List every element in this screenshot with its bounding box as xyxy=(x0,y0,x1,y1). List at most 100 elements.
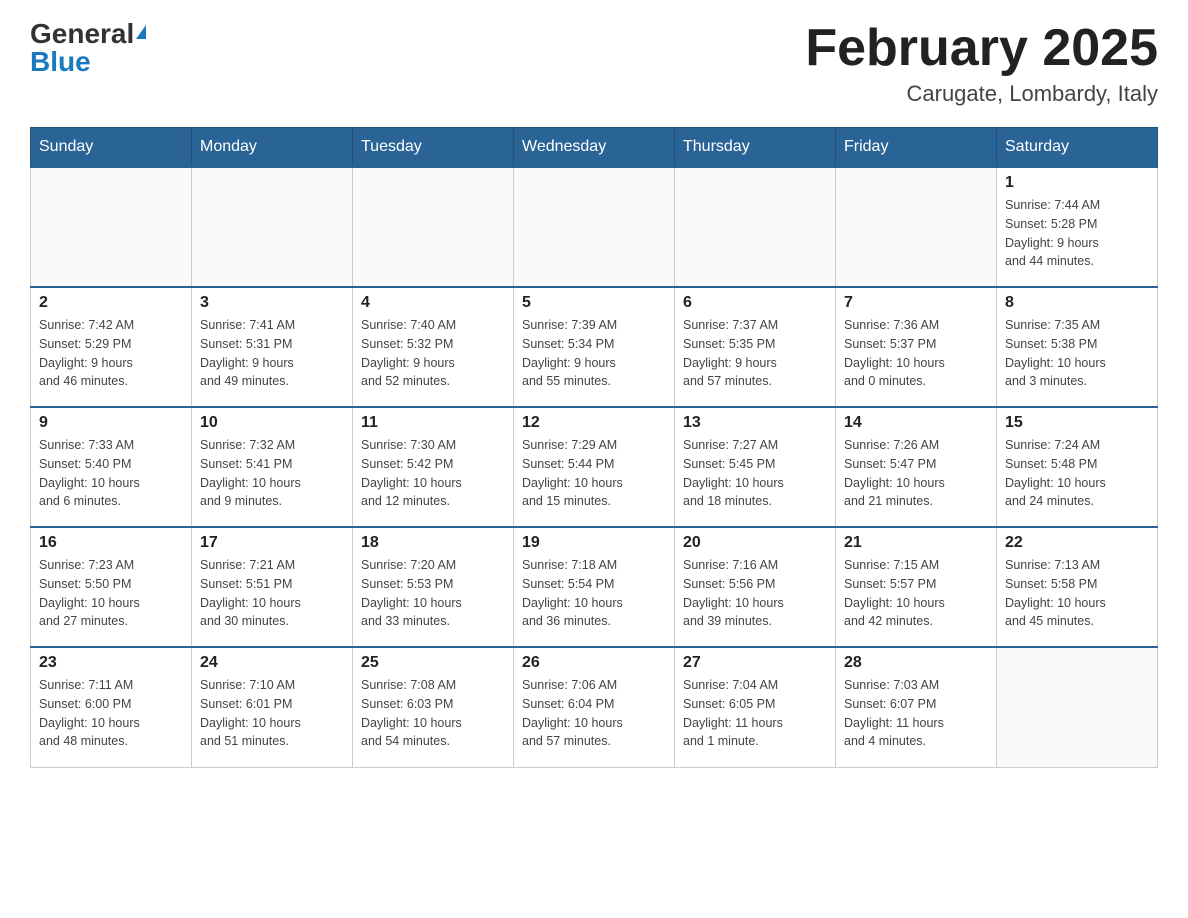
calendar-week-row: 23 Sunrise: 7:11 AM Sunset: 6:00 PM Dayli… xyxy=(31,647,1158,767)
day-number: 28 xyxy=(844,654,988,672)
day-info: Sunrise: 7:29 AM Sunset: 5:44 PM Dayligh… xyxy=(522,436,666,511)
day-info: Sunrise: 7:21 AM Sunset: 5:51 PM Dayligh… xyxy=(200,556,344,631)
day-info: Sunrise: 7:26 AM Sunset: 5:47 PM Dayligh… xyxy=(844,436,988,511)
day-info: Sunrise: 7:03 AM Sunset: 6:07 PM Dayligh… xyxy=(844,676,988,751)
day-info: Sunrise: 7:27 AM Sunset: 5:45 PM Dayligh… xyxy=(683,436,827,511)
table-row xyxy=(31,167,192,287)
table-row xyxy=(353,167,514,287)
table-row: 9 Sunrise: 7:33 AM Sunset: 5:40 PM Daylig… xyxy=(31,407,192,527)
table-row xyxy=(675,167,836,287)
day-info: Sunrise: 7:44 AM Sunset: 5:28 PM Dayligh… xyxy=(1005,196,1149,271)
day-info: Sunrise: 7:39 AM Sunset: 5:34 PM Dayligh… xyxy=(522,316,666,391)
calendar-week-row: 9 Sunrise: 7:33 AM Sunset: 5:40 PM Daylig… xyxy=(31,407,1158,527)
day-number: 4 xyxy=(361,294,505,312)
day-info: Sunrise: 7:11 AM Sunset: 6:00 PM Dayligh… xyxy=(39,676,183,751)
table-row: 19 Sunrise: 7:18 AM Sunset: 5:54 PM Dayli… xyxy=(514,527,675,647)
table-row: 15 Sunrise: 7:24 AM Sunset: 5:48 PM Dayli… xyxy=(997,407,1158,527)
header-saturday: Saturday xyxy=(997,128,1158,168)
day-info: Sunrise: 7:41 AM Sunset: 5:31 PM Dayligh… xyxy=(200,316,344,391)
calendar-week-row: 16 Sunrise: 7:23 AM Sunset: 5:50 PM Dayli… xyxy=(31,527,1158,647)
table-row: 22Sunrise: 7:13 AM Sunset: 5:58 PM Dayli… xyxy=(997,527,1158,647)
page-header: General Blue February 2025 Carugate, Lom… xyxy=(30,20,1158,107)
day-number: 5 xyxy=(522,294,666,312)
day-number: 1 xyxy=(1005,174,1149,192)
table-row: 1 Sunrise: 7:44 AM Sunset: 5:28 PM Daylig… xyxy=(997,167,1158,287)
day-number: 20 xyxy=(683,534,827,552)
logo-general: General xyxy=(30,18,146,49)
header-friday: Friday xyxy=(836,128,997,168)
logo-text: General xyxy=(30,20,146,48)
calendar-table: Sunday Monday Tuesday Wednesday Thursday… xyxy=(30,127,1158,768)
day-number: 8 xyxy=(1005,294,1149,312)
day-number: 21 xyxy=(844,534,988,552)
day-number: 2 xyxy=(39,294,183,312)
day-number: 6 xyxy=(683,294,827,312)
day-number: 7 xyxy=(844,294,988,312)
day-number: 9 xyxy=(39,414,183,432)
table-row: 7 Sunrise: 7:36 AM Sunset: 5:37 PM Daylig… xyxy=(836,287,997,407)
day-number: 16 xyxy=(39,534,183,552)
day-number: 19 xyxy=(522,534,666,552)
day-info: Sunrise: 7:15 AM Sunset: 5:57 PM Dayligh… xyxy=(844,556,988,631)
day-info: Sunrise: 7:33 AM Sunset: 5:40 PM Dayligh… xyxy=(39,436,183,511)
table-row: 13Sunrise: 7:27 AM Sunset: 5:45 PM Dayli… xyxy=(675,407,836,527)
table-row: 24 Sunrise: 7:10 AM Sunset: 6:01 PM Dayli… xyxy=(192,647,353,767)
table-row: 16 Sunrise: 7:23 AM Sunset: 5:50 PM Dayli… xyxy=(31,527,192,647)
table-row: 4 Sunrise: 7:40 AM Sunset: 5:32 PM Daylig… xyxy=(353,287,514,407)
day-info: Sunrise: 7:36 AM Sunset: 5:37 PM Dayligh… xyxy=(844,316,988,391)
table-row xyxy=(514,167,675,287)
day-info: Sunrise: 7:30 AM Sunset: 5:42 PM Dayligh… xyxy=(361,436,505,511)
logo-triangle-icon xyxy=(136,25,146,39)
table-row: 14 Sunrise: 7:26 AM Sunset: 5:47 PM Dayli… xyxy=(836,407,997,527)
table-row: 27Sunrise: 7:04 AM Sunset: 6:05 PM Dayli… xyxy=(675,647,836,767)
month-title: February 2025 xyxy=(805,20,1158,77)
title-area: February 2025 Carugate, Lombardy, Italy xyxy=(805,20,1158,107)
day-info: Sunrise: 7:04 AM Sunset: 6:05 PM Dayligh… xyxy=(683,676,827,751)
table-row: 21 Sunrise: 7:15 AM Sunset: 5:57 PM Dayli… xyxy=(836,527,997,647)
table-row: 12 Sunrise: 7:29 AM Sunset: 5:44 PM Dayli… xyxy=(514,407,675,527)
header-tuesday: Tuesday xyxy=(353,128,514,168)
header-wednesday: Wednesday xyxy=(514,128,675,168)
table-row: 20 Sunrise: 7:16 AM Sunset: 5:56 PM Dayli… xyxy=(675,527,836,647)
table-row: 11 Sunrise: 7:30 AM Sunset: 5:42 PM Dayli… xyxy=(353,407,514,527)
day-info: Sunrise: 7:18 AM Sunset: 5:54 PM Dayligh… xyxy=(522,556,666,631)
header-sunday: Sunday xyxy=(31,128,192,168)
table-row: 17 Sunrise: 7:21 AM Sunset: 5:51 PM Dayli… xyxy=(192,527,353,647)
day-number: 17 xyxy=(200,534,344,552)
day-info: Sunrise: 7:10 AM Sunset: 6:01 PM Dayligh… xyxy=(200,676,344,751)
day-number: 26 xyxy=(522,654,666,672)
table-row xyxy=(997,647,1158,767)
table-row xyxy=(192,167,353,287)
calendar-week-row: 2 Sunrise: 7:42 AM Sunset: 5:29 PM Daylig… xyxy=(31,287,1158,407)
table-row xyxy=(836,167,997,287)
day-info: Sunrise: 7:40 AM Sunset: 5:32 PM Dayligh… xyxy=(361,316,505,391)
table-row: 10Sunrise: 7:32 AM Sunset: 5:41 PM Dayli… xyxy=(192,407,353,527)
day-number: 14 xyxy=(844,414,988,432)
day-number: 3 xyxy=(200,294,344,312)
table-row: 26 Sunrise: 7:06 AM Sunset: 6:04 PM Dayli… xyxy=(514,647,675,767)
day-number: 25 xyxy=(361,654,505,672)
day-number: 22 xyxy=(1005,534,1149,552)
day-number: 23 xyxy=(39,654,183,672)
table-row: 25Sunrise: 7:08 AM Sunset: 6:03 PM Dayli… xyxy=(353,647,514,767)
day-info: Sunrise: 7:24 AM Sunset: 5:48 PM Dayligh… xyxy=(1005,436,1149,511)
table-row: 8 Sunrise: 7:35 AM Sunset: 5:38 PM Daylig… xyxy=(997,287,1158,407)
day-number: 12 xyxy=(522,414,666,432)
table-row: 23 Sunrise: 7:11 AM Sunset: 6:00 PM Dayli… xyxy=(31,647,192,767)
calendar-week-row: 1 Sunrise: 7:44 AM Sunset: 5:28 PM Daylig… xyxy=(31,167,1158,287)
day-info: Sunrise: 7:16 AM Sunset: 5:56 PM Dayligh… xyxy=(683,556,827,631)
day-number: 11 xyxy=(361,414,505,432)
day-info: Sunrise: 7:32 AM Sunset: 5:41 PM Dayligh… xyxy=(200,436,344,511)
table-row: 6Sunrise: 7:37 AM Sunset: 5:35 PM Daylig… xyxy=(675,287,836,407)
day-number: 15 xyxy=(1005,414,1149,432)
day-info: Sunrise: 7:20 AM Sunset: 5:53 PM Dayligh… xyxy=(361,556,505,631)
day-info: Sunrise: 7:06 AM Sunset: 6:04 PM Dayligh… xyxy=(522,676,666,751)
day-number: 24 xyxy=(200,654,344,672)
day-info: Sunrise: 7:35 AM Sunset: 5:38 PM Dayligh… xyxy=(1005,316,1149,391)
table-row: 28 Sunrise: 7:03 AM Sunset: 6:07 PM Dayli… xyxy=(836,647,997,767)
header-monday: Monday xyxy=(192,128,353,168)
day-info: Sunrise: 7:23 AM Sunset: 5:50 PM Dayligh… xyxy=(39,556,183,631)
day-info: Sunrise: 7:42 AM Sunset: 5:29 PM Dayligh… xyxy=(39,316,183,391)
table-row: 3 Sunrise: 7:41 AM Sunset: 5:31 PM Daylig… xyxy=(192,287,353,407)
header-thursday: Thursday xyxy=(675,128,836,168)
